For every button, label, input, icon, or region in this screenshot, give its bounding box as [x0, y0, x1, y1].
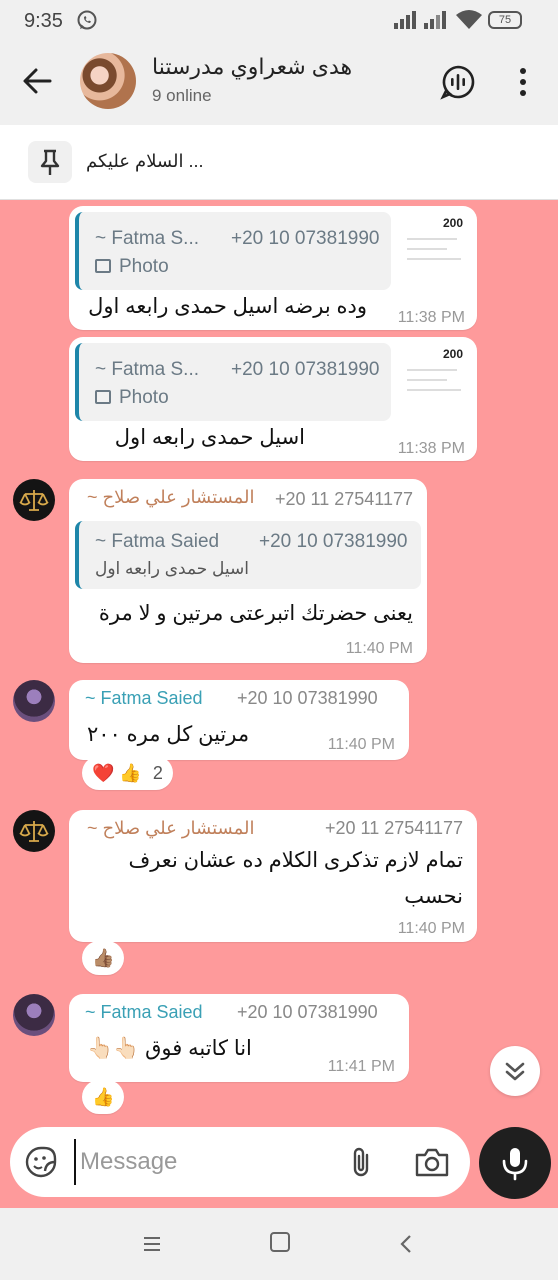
sender-avatar[interactable]: [13, 680, 55, 722]
quote-sender: ~ Fatma Saied: [95, 531, 220, 552]
reactions-badge[interactable]: ❤️ 👍 2: [82, 756, 173, 790]
voice-chat-icon[interactable]: [440, 64, 476, 100]
back-arrow-icon[interactable]: [20, 64, 54, 98]
message-bubble[interactable]: +20 11 27541177 ~ المستشار علي صلاح تمام…: [69, 810, 477, 942]
message-bubble[interactable]: ~ Fatma S... +20 10 07381990 Photo 200 و…: [69, 206, 477, 330]
quote-sender: ~ Fatma S...: [95, 228, 200, 249]
pinned-message-bar[interactable]: السلام عليكم ...: [0, 125, 558, 200]
quote-photo-label: Photo: [95, 256, 169, 278]
microphone-icon: [502, 1148, 528, 1181]
pinned-text: السلام عليكم ...: [86, 151, 204, 171]
message-time: 11:41 PM: [327, 1058, 395, 1075]
mic-button[interactable]: [479, 1127, 551, 1199]
reaction-count: 2: [152, 763, 163, 783]
message-text: انا كاتبه فوق 👆🏻👆🏻: [87, 1037, 252, 1060]
recents-icon[interactable]: [140, 1234, 164, 1254]
photo-icon: [95, 259, 111, 273]
sender-avatar[interactable]: [13, 994, 55, 1036]
group-avatar[interactable]: [80, 53, 136, 109]
quote-sender: ~ Fatma S...: [95, 359, 200, 380]
pin-icon: [40, 149, 60, 175]
message-text: مرتين كل مره ٢٠٠: [87, 723, 250, 746]
scales-icon: [19, 821, 49, 842]
chat-header: هدى شعراوي مدرستنا 9 online: [0, 40, 558, 125]
camera-icon[interactable]: [414, 1145, 450, 1179]
thumbnail-price: 200: [442, 347, 463, 361]
scales-icon: [19, 490, 49, 511]
sticker-emoji-icon[interactable]: [24, 1145, 58, 1179]
message-bubble[interactable]: +20 11 27541177 ~ المستشار علي صلاح ~ Fa…: [69, 479, 427, 663]
scroll-to-bottom-button[interactable]: [490, 1046, 540, 1096]
message-time: 11:40 PM: [345, 640, 413, 657]
signal-icon: [394, 11, 446, 29]
message-text: تمام لازم تذكرى الكلام ده عشان نعرف: [128, 849, 463, 872]
reactions-badge[interactable]: 👍🏽: [82, 941, 125, 975]
message-time: 11:40 PM: [397, 920, 465, 937]
message-bubble[interactable]: ~ Fatma S... +20 10 07381990 Photo 200 ا…: [69, 337, 477, 461]
quote-thumbnail: 200: [399, 343, 469, 403]
sender-name[interactable]: ~ المستشار علي صلاح: [87, 818, 254, 839]
system-nav-bar: [0, 1208, 558, 1280]
sender-number: +20 11 27541177: [325, 818, 463, 838]
message-text: وده برضه اسيل حمدى رابعه اول: [88, 295, 367, 318]
reactions-badge[interactable]: 👍: [82, 1080, 125, 1114]
sender-name[interactable]: ~ Fatma Saied: [85, 1002, 203, 1023]
online-count: 9 online: [152, 86, 212, 105]
photo-icon: [95, 390, 111, 404]
sender-avatar[interactable]: [13, 810, 55, 852]
attach-icon[interactable]: [346, 1145, 376, 1181]
reaction-emojis: ❤️ 👍: [92, 763, 142, 783]
quote-number: +20 10 07381990: [259, 531, 408, 552]
message-text: يعنى حضرتك اتبرعتى مرتين و لا مرة: [98, 602, 413, 625]
message-time: 11:40 PM: [327, 736, 395, 753]
sender-name[interactable]: ~ المستشار علي صلاح: [87, 487, 254, 508]
quote-photo-label: Photo: [95, 387, 169, 409]
sender-number: +20 10 07381990: [237, 688, 378, 708]
quote-number: +20 10 07381990: [231, 228, 380, 249]
message-composer: [10, 1127, 470, 1197]
home-icon[interactable]: [270, 1232, 290, 1252]
sender-number: +20 11 27541177: [275, 489, 413, 509]
quoted-message[interactable]: ~ Fatma Saied +20 10 07381990 اسيل حمدى …: [75, 521, 421, 589]
message-bubble[interactable]: ~ Fatma Saied +20 10 07381990 انا كاتبه …: [69, 994, 409, 1082]
message-time: 11:38 PM: [397, 309, 465, 326]
sender-number: +20 10 07381990: [237, 1002, 378, 1022]
quote-text: اسيل حمدى رابعه اول: [95, 559, 249, 578]
message-bubble[interactable]: ~ Fatma Saied +20 10 07381990 مرتين كل م…: [69, 680, 409, 760]
sender-name[interactable]: ~ Fatma Saied: [85, 688, 203, 709]
message-text: اسيل حمدى رابعه اول: [114, 426, 305, 449]
nav-back-icon[interactable]: [396, 1232, 416, 1256]
quoted-message[interactable]: ~ Fatma S... +20 10 07381990 Photo: [75, 343, 391, 421]
quoted-message[interactable]: ~ Fatma S... +20 10 07381990 Photo: [75, 212, 391, 290]
reaction-emojis: 👍🏽: [92, 948, 115, 968]
pin-icon-box: [28, 141, 72, 183]
message-input[interactable]: [74, 1139, 324, 1185]
quote-thumbnail: 200: [399, 212, 469, 272]
message-time: 11:38 PM: [397, 440, 465, 457]
group-title[interactable]: هدى شعراوي مدرستنا: [152, 54, 352, 80]
battery-icon: 75: [488, 11, 522, 29]
quote-number: +20 10 07381990: [231, 359, 380, 380]
whatsapp-notification-icon: [77, 10, 97, 30]
message-text-line2: نحسب: [404, 885, 463, 908]
thumbnail-price: 200: [442, 216, 463, 230]
sender-avatar[interactable]: [13, 479, 55, 521]
more-options-icon[interactable]: [513, 66, 533, 98]
reaction-emojis: 👍: [92, 1087, 115, 1107]
double-chevron-down-icon: [505, 1062, 525, 1081]
status-time: 9:35: [24, 10, 63, 32]
status-bar: 9:35 75: [0, 0, 558, 40]
wifi-icon: [456, 10, 482, 29]
